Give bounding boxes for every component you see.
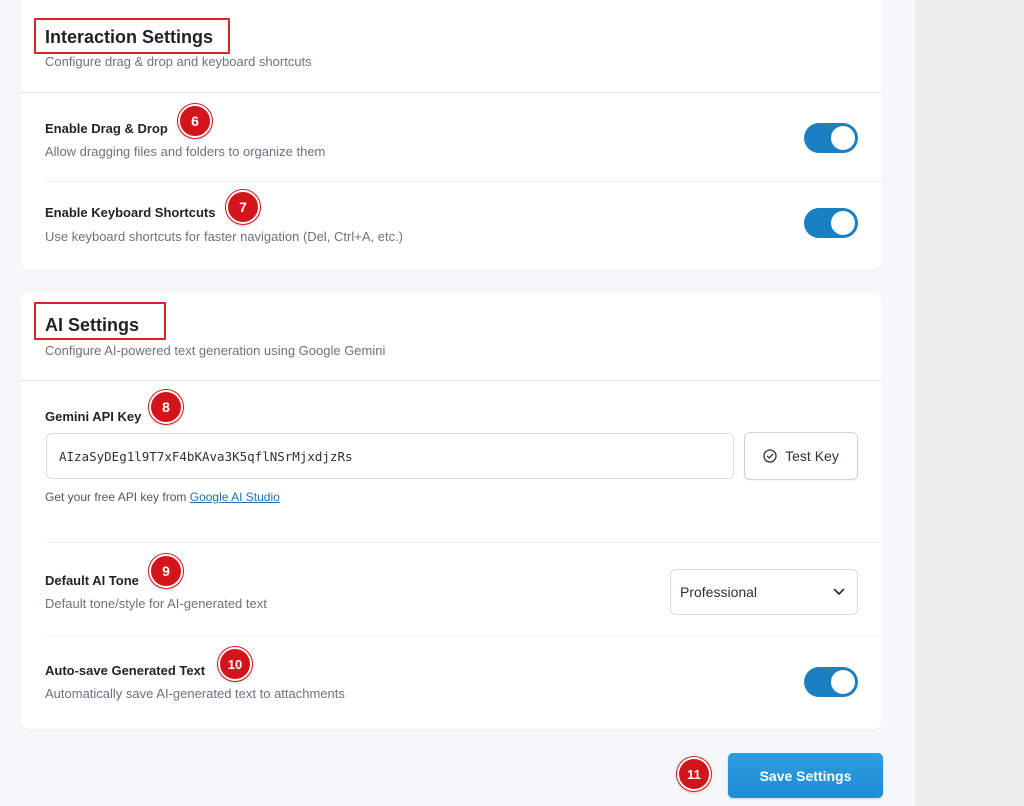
row-divider — [45, 542, 882, 543]
annotation-badge-8: 8 — [149, 390, 183, 424]
default-tone-description: Default tone/style for AI-generated text — [45, 596, 267, 611]
right-panel-background — [915, 0, 1024, 806]
row-divider — [45, 181, 882, 182]
divider — [20, 92, 882, 93]
ai-settings-card: AI Settings Configure AI-powered text ge… — [20, 293, 882, 729]
annotation-badge-9: 9 — [149, 554, 183, 588]
ai-settings-title: AI Settings — [45, 315, 140, 335]
keyboard-shortcuts-description: Use keyboard shortcuts for faster naviga… — [45, 229, 404, 244]
default-tone-select[interactable]: Professional — [670, 569, 858, 615]
annotation-badge-7: 7 — [226, 190, 260, 224]
api-key-help: Get your free API key from Google AI Stu… — [45, 490, 280, 504]
toggle-knob — [831, 126, 855, 150]
ai-settings-description: Configure AI-powered text generation usi… — [45, 343, 386, 358]
drag-drop-description: Allow dragging files and folders to orga… — [45, 144, 326, 159]
autosave-toggle[interactable] — [804, 667, 858, 697]
save-settings-button[interactable]: Save Settings — [728, 753, 883, 798]
chevron-down-icon — [833, 588, 845, 595]
test-key-label: Test Key — [785, 448, 839, 464]
divider — [20, 380, 882, 381]
test-key-button[interactable]: Test Key — [744, 432, 858, 480]
autosave-description: Automatically save AI-generated text to … — [45, 686, 345, 701]
autosave-label: Auto-save Generated Text — [45, 663, 206, 678]
annotation-badge-10: 10 — [218, 647, 252, 681]
api-key-help-text: Get your free API key from — [45, 490, 187, 504]
toggle-knob — [831, 670, 855, 694]
toggle-knob — [831, 211, 855, 235]
interaction-settings-card: Interaction Settings Configure drag & dr… — [20, 0, 882, 270]
check-circle-icon — [763, 449, 777, 463]
default-tone-label: Default AI Tone — [45, 573, 139, 588]
drag-drop-label: Enable Drag & Drop — [45, 121, 168, 136]
interaction-settings-description: Configure drag & drop and keyboard short… — [45, 54, 312, 69]
keyboard-shortcuts-toggle[interactable] — [804, 208, 858, 238]
interaction-settings-title: Interaction Settings — [45, 27, 214, 47]
api-key-label: Gemini API Key — [45, 409, 142, 424]
api-key-input[interactable]: AIzaSyDEg1l9T7xF4bKAva3K5qflNSrMjxdjzRs — [46, 433, 734, 479]
drag-drop-toggle[interactable] — [804, 123, 858, 153]
row-divider — [45, 635, 882, 636]
keyboard-shortcuts-label: Enable Keyboard Shortcuts — [45, 205, 216, 220]
annotation-badge-11: 11 — [677, 757, 711, 791]
default-tone-selected: Professional — [680, 584, 758, 600]
annotation-badge-6: 6 — [178, 104, 212, 138]
google-ai-studio-link[interactable]: Google AI Studio — [190, 490, 280, 504]
